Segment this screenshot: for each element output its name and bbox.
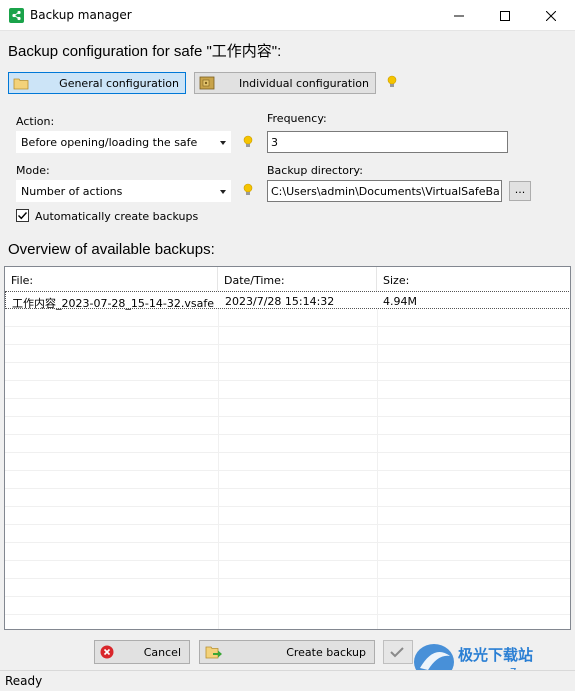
minimize-button[interactable] <box>436 0 482 31</box>
chevron-down-icon <box>220 141 226 145</box>
status-text: Ready <box>5 674 43 688</box>
create-backup-label: Create backup <box>286 646 366 659</box>
mode-value: Number of actions <box>21 185 123 198</box>
frequency-input[interactable]: 3 <box>267 131 508 153</box>
empty-row <box>5 453 570 471</box>
empty-row <box>5 381 570 399</box>
empty-row <box>5 471 570 489</box>
cancel-button[interactable]: Cancel <box>94 640 190 664</box>
lightbulb-icon[interactable] <box>243 135 253 149</box>
empty-row <box>5 525 570 543</box>
maximize-button[interactable] <box>482 0 528 31</box>
lightbulb-icon[interactable] <box>243 183 253 197</box>
folder-icon <box>13 78 29 90</box>
title-bar: Backup manager <box>0 0 575 31</box>
safe-icon <box>199 76 215 90</box>
mode-label: Mode: <box>16 164 50 177</box>
app-icon <box>9 8 24 23</box>
chevron-down-icon <box>220 190 226 194</box>
auto-create-label: Automatically create backups <box>35 210 199 223</box>
column-header-file[interactable]: File: <box>5 267 218 291</box>
window-title: Backup manager <box>30 8 132 22</box>
folder-arrow-icon <box>205 646 222 659</box>
empty-row <box>5 597 570 615</box>
overview-title: Overview of available backups: <box>8 241 215 258</box>
tab-individual-configuration[interactable]: Individual configuration <box>194 72 376 94</box>
action-label: Action: <box>16 115 55 128</box>
column-header-label: Size: <box>383 274 410 287</box>
row-size: 4.94M <box>383 295 417 308</box>
empty-row <box>5 615 570 629</box>
column-header-datetime[interactable]: Date/Time: <box>218 267 377 291</box>
empty-row <box>5 309 570 327</box>
empty-row <box>5 507 570 525</box>
empty-row <box>5 543 570 561</box>
row-file: 工作内容_2023-07-28_15-14-32.vsafe <box>12 297 214 310</box>
frequency-value: 3 <box>271 136 278 149</box>
ok-button[interactable] <box>383 640 413 664</box>
empty-row <box>5 363 570 381</box>
table-row[interactable]: 工作内容_2023-07-28_15-14-32.vsafe 2023/7/28… <box>5 291 570 310</box>
empty-row <box>5 579 570 597</box>
backup-directory-label: Backup directory: <box>267 164 363 177</box>
empty-row <box>5 489 570 507</box>
empty-row <box>5 561 570 579</box>
empty-row <box>5 399 570 417</box>
tab-individual-label: Individual configuration <box>238 77 369 90</box>
empty-row <box>5 417 570 435</box>
cancel-icon <box>100 645 114 659</box>
minimize-icon <box>454 15 464 16</box>
column-header-label: Date/Time: <box>224 274 285 287</box>
frequency-label: Frequency: <box>267 112 327 125</box>
auto-create-checkbox[interactable] <box>16 209 29 222</box>
maximize-icon <box>500 10 510 21</box>
tab-general-label: General configuration <box>59 77 179 90</box>
action-value: Before opening/loading the safe <box>21 136 198 149</box>
status-bar: Ready <box>0 670 575 691</box>
empty-row <box>5 435 570 453</box>
watermark-brand: 极光下载站 <box>458 646 533 664</box>
browse-button[interactable]: ... <box>509 181 531 201</box>
checkmark-icon <box>390 647 404 658</box>
tab-general-configuration[interactable]: General configuration <box>8 72 186 94</box>
lightbulb-icon[interactable] <box>387 75 397 89</box>
cancel-label: Cancel <box>143 646 181 659</box>
mode-select[interactable]: Number of actions <box>16 180 231 202</box>
backups-list[interactable]: File: Date/Time: Size: 工作内容_2023-07-28_1… <box>4 266 571 630</box>
empty-row <box>5 327 570 345</box>
action-select[interactable]: Before opening/loading the safe <box>16 131 231 153</box>
backup-directory-input[interactable]: C:\Users\admin\Documents\VirtualSafeBa <box>267 180 502 202</box>
checkmark-icon <box>18 212 28 220</box>
close-icon <box>546 10 556 21</box>
close-button[interactable] <box>528 0 574 31</box>
column-header-size[interactable]: Size: <box>377 267 570 291</box>
config-title: Backup configuration for safe "工作内容": <box>8 43 282 60</box>
column-header-label: File: <box>11 274 34 287</box>
create-backup-button[interactable]: Create backup <box>199 640 375 664</box>
row-datetime: 2023/7/28 15:14:32 <box>225 295 335 308</box>
list-header: File: Date/Time: Size: <box>5 267 570 291</box>
empty-row <box>5 345 570 363</box>
backup-directory-value: C:\Users\admin\Documents\VirtualSafeBa <box>271 185 500 198</box>
